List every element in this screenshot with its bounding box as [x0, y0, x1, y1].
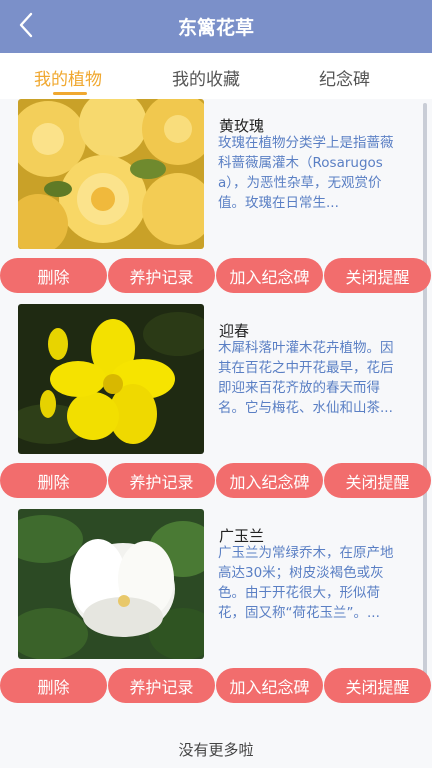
- plant-actions: 删除 养护记录 加入纪念碑 关闭提醒: [0, 668, 432, 703]
- turn-off-reminder-button[interactable]: 关闭提醒: [324, 463, 431, 498]
- care-record-button[interactable]: 养护记录: [108, 668, 215, 703]
- plant-description: 广玉兰为常绿乔木，在原产地高达30米；树皮淡褐色或灰色。由于开花很大，形似荷花，…: [218, 545, 394, 621]
- add-to-memorial-button[interactable]: 加入纪念碑: [216, 258, 323, 293]
- add-to-memorial-button[interactable]: 加入纪念碑: [216, 668, 323, 703]
- tab-my-plants[interactable]: 我的植物: [34, 65, 102, 90]
- plant-description: 木犀科落叶灌木花卉植物。因其在百花之中开花最早，花后即迎来百花齐放的春天而得名。…: [218, 340, 394, 416]
- chevron-left-icon: [19, 12, 33, 38]
- plant-description: 玫瑰在植物分类学上是指蔷薇科蔷薇属灌木（Rosarugosa），为恶性杂草，无观…: [218, 135, 394, 211]
- no-more-text: 没有更多啦: [178, 741, 254, 759]
- turn-off-reminder-button[interactable]: 关闭提醒: [324, 258, 431, 293]
- plant-card[interactable]: 广玉兰 广玉兰为常绿乔木，在原产地高达30米；树皮淡褐色或灰色。由于开花很大，形…: [0, 509, 432, 715]
- delete-button[interactable]: 删除: [0, 258, 107, 293]
- tab-memorial[interactable]: 纪念碑: [319, 65, 370, 90]
- care-record-button[interactable]: 养护记录: [108, 463, 215, 498]
- plant-actions: 删除 养护记录 加入纪念碑 关闭提醒: [0, 463, 432, 498]
- turn-off-reminder-button[interactable]: 关闭提醒: [324, 668, 431, 703]
- plant-list[interactable]: 黄玫瑰 玫瑰在植物分类学上是指蔷薇科蔷薇属灌木（Rosarugosa），为恶性杂…: [0, 99, 432, 768]
- care-record-button[interactable]: 养护记录: [108, 258, 215, 293]
- delete-button[interactable]: 删除: [0, 463, 107, 498]
- active-tab-indicator: [53, 92, 87, 95]
- plant-card[interactable]: 迎春 木犀科落叶灌木花卉植物。因其在百花之中开花最早，花后即迎来百花齐放的春天而…: [0, 304, 432, 510]
- back-button[interactable]: [14, 11, 38, 39]
- plant-image-yellow-rose[interactable]: [18, 99, 204, 249]
- delete-button[interactable]: 删除: [0, 668, 107, 703]
- plant-image-winter-jasmine[interactable]: [18, 304, 204, 454]
- plant-card[interactable]: 黄玫瑰 玫瑰在植物分类学上是指蔷薇科蔷薇属灌木（Rosarugosa），为恶性杂…: [0, 99, 432, 305]
- app-header: 东篱花草: [0, 0, 432, 53]
- page-title: 东篱花草: [177, 17, 254, 39]
- plant-actions: 删除 养护记录 加入纪念碑 关闭提醒: [0, 258, 432, 293]
- plant-image-magnolia[interactable]: [18, 509, 204, 659]
- add-to-memorial-button[interactable]: 加入纪念碑: [216, 463, 323, 498]
- tab-my-favorites[interactable]: 我的收藏: [172, 65, 240, 90]
